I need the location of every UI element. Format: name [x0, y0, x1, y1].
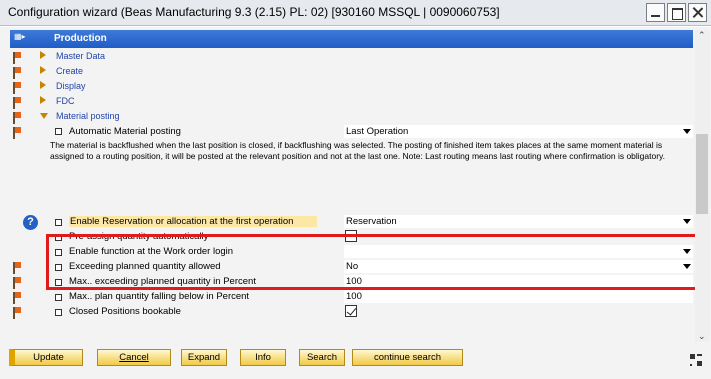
triangle-right-icon[interactable] [40, 81, 46, 89]
automatic-material-posting-select[interactable]: Last Operation [344, 125, 693, 138]
max-falling-below-percent-input[interactable]: 100 [344, 290, 693, 303]
minimize-button[interactable] [646, 3, 665, 22]
cancel-button[interactable]: Cancel [97, 349, 171, 366]
flag-icon [13, 307, 21, 319]
section-title: Production [54, 33, 107, 44]
triangle-down-icon[interactable] [40, 113, 48, 119]
setting-label-closed-positions-bookable: Closed Positions bookable [69, 306, 181, 317]
closed-positions-bookable-checkbox[interactable] [345, 305, 357, 317]
setting-label-max-falling-below-percent: Max.. plan quantity falling below in Per… [69, 291, 250, 302]
tree-item-fdc[interactable]: FDC [56, 96, 75, 106]
flag-icon [13, 292, 21, 304]
highlight-box [46, 234, 698, 290]
setting-description: The material is backflushed when the las… [50, 140, 666, 161]
row-checkbox[interactable] [55, 128, 62, 135]
tree-item-display[interactable]: Display [56, 81, 86, 91]
row-checkbox[interactable] [55, 309, 62, 316]
flag-icon [13, 277, 21, 289]
scrollbar-thumb[interactable] [696, 134, 708, 214]
help-icon[interactable]: ? [23, 215, 38, 230]
vertical-scrollbar[interactable]: ⌃ ⌄ [695, 30, 710, 342]
flag-icon [13, 67, 21, 79]
section-icon: ▦▸ [14, 32, 26, 41]
close-button[interactable] [688, 3, 707, 22]
window-title: Configuration wizard (Beas Manufacturing… [8, 5, 500, 19]
scroll-down-icon[interactable]: ⌄ [698, 331, 706, 342]
chevron-down-icon[interactable] [683, 219, 691, 224]
section-header: ▦▸ Production [10, 30, 693, 48]
flag-icon [13, 52, 21, 64]
tree-item-create[interactable]: Create [56, 66, 83, 76]
flag-icon [13, 82, 21, 94]
chevron-down-icon[interactable] [683, 129, 691, 134]
expand-button[interactable]: Expand [181, 349, 227, 366]
resize-grip-icon[interactable] [690, 354, 702, 366]
search-button[interactable]: Search [299, 349, 345, 366]
button-bar: Update Cancel Expand Info Search continu… [0, 343, 711, 379]
setting-label-automatic-material-posting: Automatic Material posting [69, 126, 181, 137]
row-checkbox[interactable] [55, 294, 62, 301]
tree-item-material-posting[interactable]: Material posting [56, 111, 120, 121]
flag-icon [13, 112, 21, 124]
scroll-up-icon[interactable]: ⌃ [698, 30, 706, 41]
setting-label-enable-reservation: Enable Reservation or allocation at the … [69, 216, 317, 227]
maximize-button[interactable] [667, 3, 686, 22]
flag-icon [13, 97, 21, 109]
row-checkbox[interactable] [55, 219, 62, 226]
continue-search-button[interactable]: continue search [352, 349, 463, 366]
tree-item-master-data[interactable]: Master Data [56, 51, 105, 61]
flag-icon [13, 127, 21, 139]
select-value: Reservation [346, 216, 397, 227]
triangle-right-icon[interactable] [40, 96, 46, 104]
settings-panel: ▦▸ Production Master Data Create Display… [0, 27, 711, 343]
triangle-right-icon[interactable] [40, 66, 46, 74]
triangle-right-icon[interactable] [40, 51, 46, 59]
input-value: 100 [346, 291, 362, 302]
enable-reservation-select[interactable]: Reservation [344, 215, 693, 228]
title-bar: Configuration wizard (Beas Manufacturing… [0, 0, 711, 26]
select-value: Last Operation [346, 126, 409, 137]
info-button[interactable]: Info [240, 349, 286, 366]
flag-icon [13, 262, 21, 274]
update-button[interactable]: Update [9, 349, 83, 366]
